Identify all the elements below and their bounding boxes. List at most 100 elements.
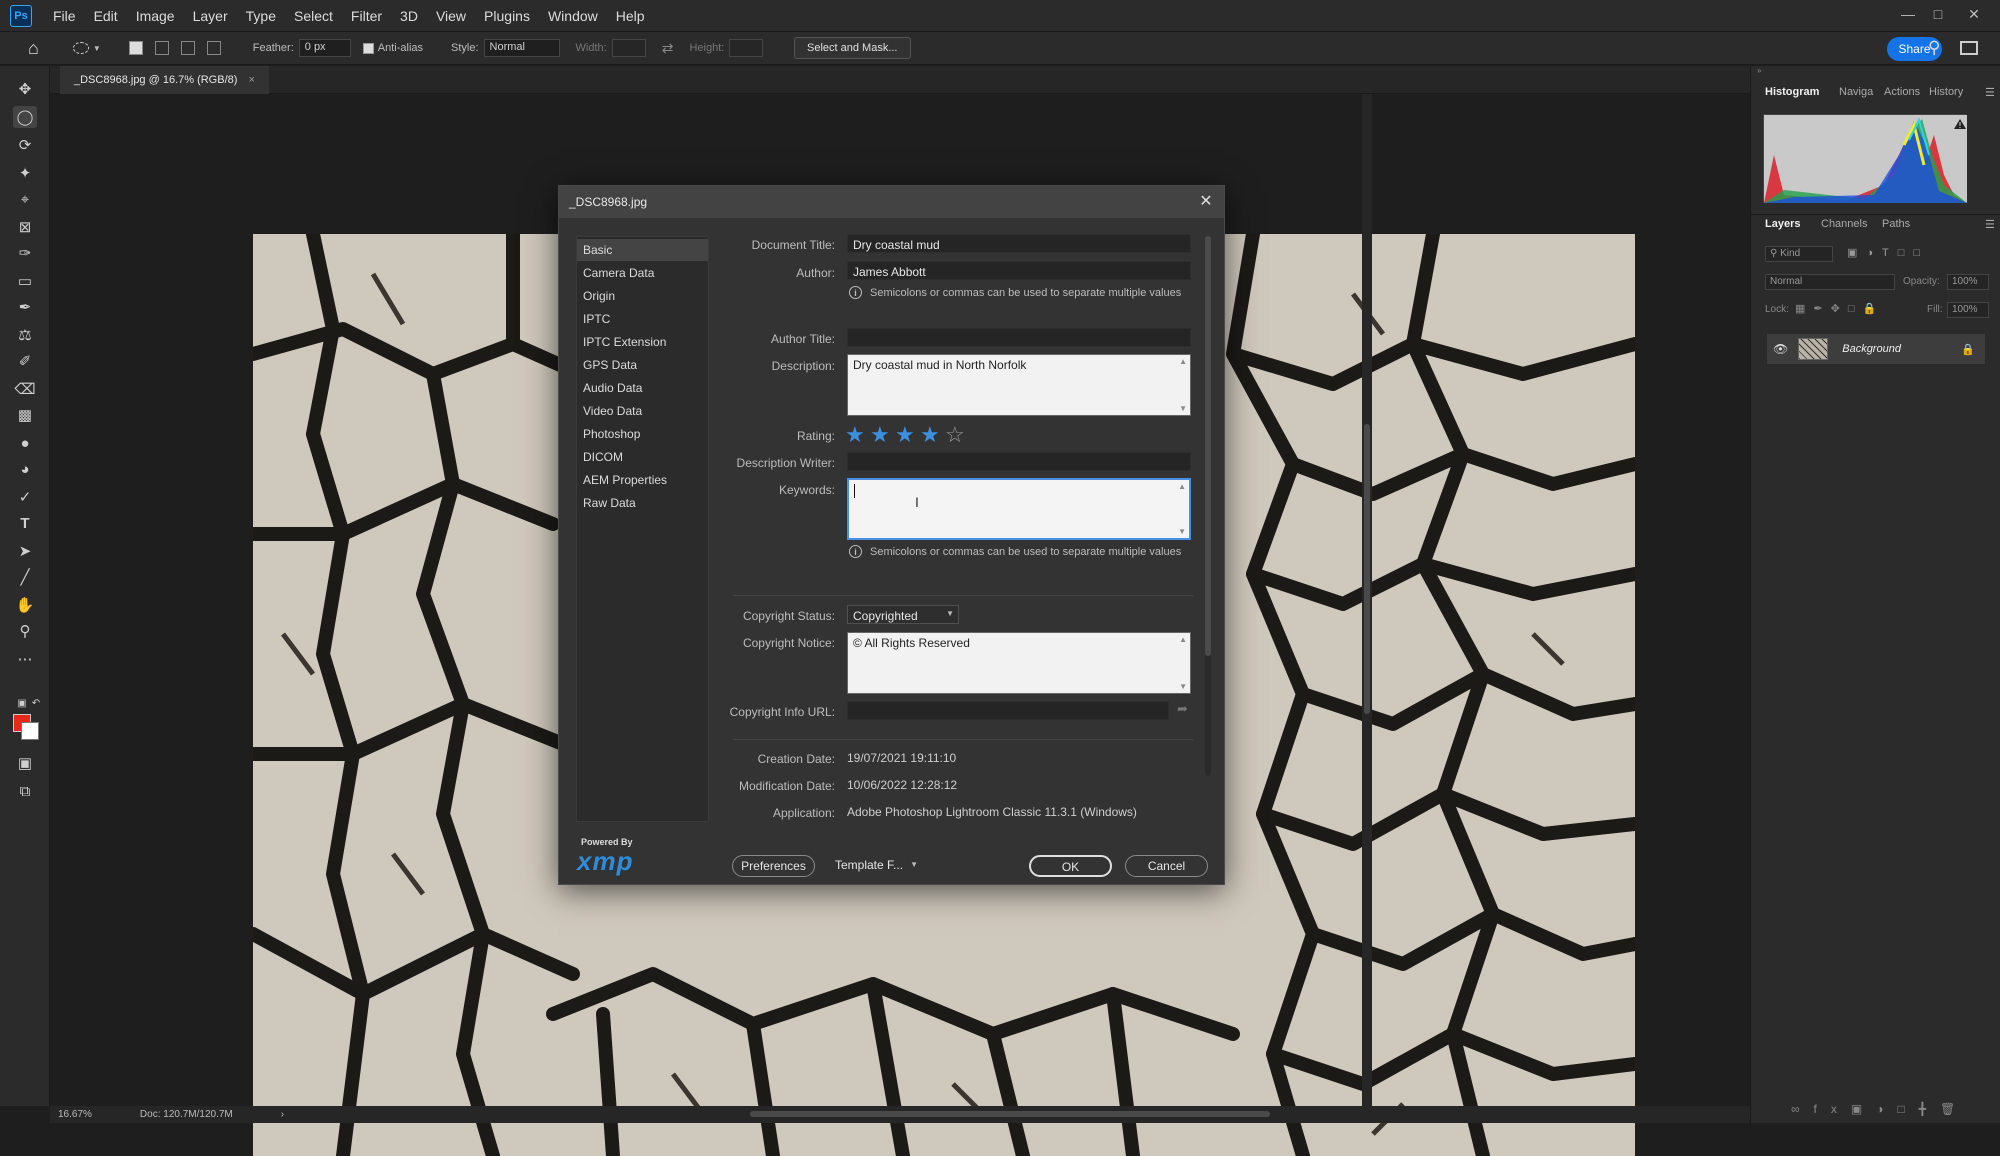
marquee-ellipse-icon[interactable]	[72, 42, 89, 54]
copyright-notice-textarea[interactable]: © All Rights Reserved ▲ ▼	[847, 632, 1191, 694]
screen-mode-icon[interactable]: ⧉	[13, 780, 37, 802]
star-filled-icon[interactable]: ★	[895, 424, 915, 446]
hand-tool-icon[interactable]: ✋	[13, 594, 37, 616]
tab-histogram[interactable]: Histogram	[1765, 86, 1819, 98]
sidebar-item-origin[interactable]: Origin	[577, 285, 708, 307]
crop-tool-icon[interactable]: ⌖	[13, 188, 37, 210]
tab-layers[interactable]: Layers	[1765, 218, 1800, 230]
description-textarea[interactable]: Dry coastal mud in North Norfolk ▲ ▼	[847, 354, 1191, 416]
layer-filter-kind[interactable]: ⚲ Kind	[1765, 246, 1833, 262]
close-tab-icon[interactable]: ×	[248, 74, 254, 86]
sidebar-item-gps-data[interactable]: GPS Data	[577, 354, 708, 376]
sidebar-item-dicom[interactable]: DICOM	[577, 446, 708, 468]
scroll-down-icon[interactable]: ▼	[1178, 527, 1186, 536]
horizontal-scrollbar-thumb[interactable]	[750, 1111, 1270, 1117]
layer-lock-icon[interactable]: 🔒	[1961, 343, 1975, 356]
fill-input[interactable]: 100%	[1947, 302, 1989, 318]
frame-tool-icon[interactable]: ⊠	[13, 216, 37, 238]
chevron-down-icon[interactable]: ▼	[93, 44, 101, 53]
zoom-level[interactable]: 16.67%	[58, 1109, 92, 1120]
workspace-icon[interactable]	[1960, 41, 1978, 55]
open-url-icon[interactable]: ➦	[1177, 701, 1188, 717]
antialias-checkbox[interactable]	[362, 42, 374, 54]
menu-window[interactable]: Window	[539, 0, 607, 32]
select-and-mask-button[interactable]: Select and Mask...	[794, 37, 911, 59]
more-tools-icon[interactable]: ⋯	[13, 648, 37, 670]
home-icon[interactable]: ⌂	[28, 38, 39, 59]
menu-file[interactable]: File	[44, 0, 85, 32]
author-title-input[interactable]	[847, 328, 1191, 347]
menu-edit[interactable]: Edit	[85, 0, 127, 32]
star-empty-icon[interactable]: ☆	[945, 424, 965, 446]
tab-navigator[interactable]: Naviga	[1839, 86, 1873, 98]
elliptical-marquee-tool-icon[interactable]: ◯	[13, 106, 37, 128]
dodge-tool-icon[interactable]: ◕	[13, 458, 37, 480]
sidebar-item-raw-data[interactable]: Raw Data	[577, 492, 708, 514]
menu-type[interactable]: Type	[237, 0, 285, 32]
path-selection-tool-icon[interactable]: ➤	[13, 540, 37, 562]
layer-background[interactable]: 👁 Background 🔒	[1767, 334, 1985, 364]
blend-mode-select[interactable]: Normal	[1765, 274, 1895, 290]
width-input[interactable]	[611, 39, 646, 57]
clone-stamp-tool-icon[interactable]: ⚖	[13, 324, 37, 346]
sidebar-item-iptc-extension[interactable]: IPTC Extension	[577, 331, 708, 353]
tab-channels[interactable]: Channels	[1821, 218, 1867, 230]
ok-button[interactable]: OK	[1029, 855, 1112, 877]
healing-brush-tool-icon[interactable]: ▭	[13, 270, 37, 292]
close-window-icon[interactable]: ✕	[1954, 0, 1994, 28]
add-selection-icon[interactable]	[154, 41, 169, 55]
document-tab[interactable]: _DSC8968.jpg @ 16.7% (RGB/8) ×	[60, 66, 269, 94]
star-filled-icon[interactable]: ★	[845, 424, 865, 446]
scroll-down-icon[interactable]: ▼	[1179, 682, 1187, 691]
document-title-input[interactable]: Dry coastal mud	[847, 234, 1191, 253]
panel-collapse-icon[interactable]: »	[1757, 66, 2000, 75]
panel-menu-icon[interactable]: ☰	[1985, 86, 1995, 99]
rating-stars[interactable]: ★ ★ ★ ★ ☆	[845, 424, 970, 448]
scroll-up-icon[interactable]: ▲	[1179, 635, 1187, 644]
visibility-eye-icon[interactable]: 👁	[1773, 342, 1788, 356]
layer-filter-icons[interactable]: ▣◑T□□	[1847, 246, 1929, 259]
search-icon[interactable]: ⚲	[1928, 38, 1940, 58]
background-color-swatch[interactable]	[21, 722, 39, 740]
feather-input[interactable]: 0 px	[298, 39, 351, 57]
tab-history[interactable]: History	[1929, 86, 1963, 98]
star-filled-icon[interactable]: ★	[920, 424, 940, 446]
tab-actions[interactable]: Actions	[1884, 86, 1920, 98]
star-filled-icon[interactable]: ★	[870, 424, 890, 446]
lock-icons[interactable]: ▦✒✥□🔒	[1795, 302, 1884, 315]
height-input[interactable]	[729, 39, 764, 57]
copyright-status-select[interactable]: Copyrighted ▼	[847, 605, 959, 624]
swap-icon[interactable]: ⇄	[662, 40, 674, 57]
template-folder-button[interactable]: Template F... ▼	[829, 855, 922, 877]
sidebar-item-basic[interactable]: Basic	[577, 239, 708, 261]
tab-paths[interactable]: Paths	[1882, 218, 1910, 230]
menu-view[interactable]: View	[427, 0, 475, 32]
menu-image[interactable]: Image	[127, 0, 184, 32]
menu-select[interactable]: Select	[285, 0, 342, 32]
vertical-scrollbar-thumb[interactable]	[1364, 424, 1370, 714]
zoom-tool-icon[interactable]: ⚲	[13, 620, 37, 642]
style-select[interactable]: Normal	[483, 39, 560, 57]
menu-layer[interactable]: Layer	[184, 0, 237, 32]
intersect-selection-icon[interactable]	[206, 41, 221, 55]
menu-plugins[interactable]: Plugins	[475, 0, 539, 32]
close-icon[interactable]: ✕	[1196, 192, 1216, 212]
status-chevron-icon[interactable]: ›	[281, 1109, 284, 1120]
lasso-tool-icon[interactable]: ⟳	[13, 134, 37, 156]
pen-tool-icon[interactable]: ✓	[13, 486, 37, 508]
gradient-tool-icon[interactable]: ▩	[13, 404, 37, 426]
sidebar-item-photoshop[interactable]: Photoshop	[577, 423, 708, 445]
sidebar-item-video-data[interactable]: Video Data	[577, 400, 708, 422]
sidebar-item-camera-data[interactable]: Camera Data	[577, 262, 708, 284]
brush-tool-icon[interactable]: ✒	[13, 296, 37, 318]
move-tool-icon[interactable]: ✥	[13, 78, 37, 100]
subtract-selection-icon[interactable]	[180, 41, 195, 55]
sidebar-item-audio-data[interactable]: Audio Data	[577, 377, 708, 399]
scroll-up-icon[interactable]: ▲	[1179, 357, 1187, 366]
swap-colors-icon[interactable]: ↶	[24, 692, 48, 714]
scroll-up-icon[interactable]: ▲	[1178, 482, 1186, 491]
scroll-down-icon[interactable]: ▼	[1179, 404, 1187, 413]
cancel-button[interactable]: Cancel	[1125, 855, 1208, 877]
line-tool-icon[interactable]: ╱	[13, 566, 37, 588]
type-tool-icon[interactable]: T	[13, 512, 37, 534]
